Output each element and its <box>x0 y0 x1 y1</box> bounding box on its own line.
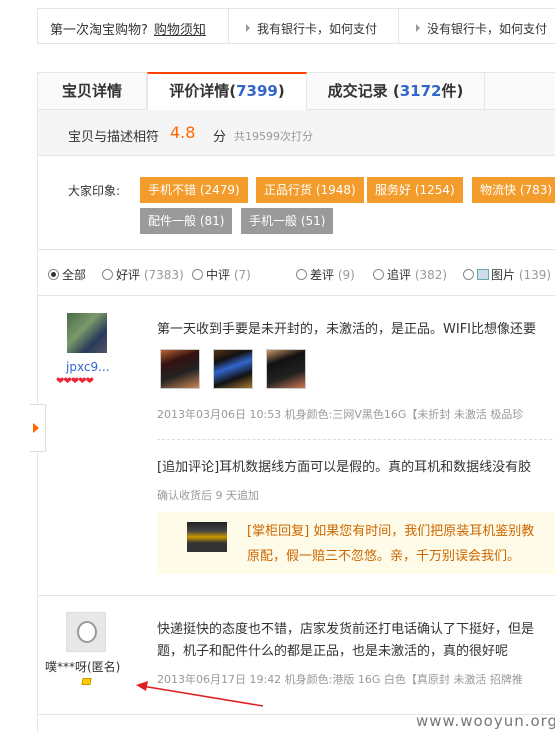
annotation-arrow-icon <box>136 681 264 707</box>
watermark: www.wooyun.org <box>416 712 555 730</box>
